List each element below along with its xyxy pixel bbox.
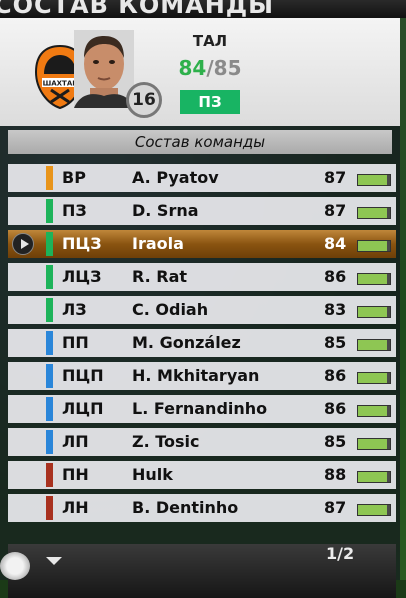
fitness-bar (357, 471, 391, 483)
player-name: Hulk (132, 465, 173, 484)
play-icon (12, 233, 34, 255)
svg-text:ШАХТАР: ШАХТАР (43, 80, 78, 88)
squad-row[interactable]: ЛЦЗ R. Rat 86 (8, 263, 396, 291)
squad-row[interactable]: ЛЗ C. Odiah 83 (8, 296, 396, 324)
player-rating: 86 (324, 366, 347, 385)
squad-row[interactable]: ВР A. Pyatov 87 (8, 164, 396, 192)
fitness-bar-fill (358, 175, 387, 185)
fitness-bar (357, 372, 391, 384)
fitness-bar-fill (358, 340, 387, 350)
squad-row[interactable]: ПЗ D. Srna 87 (8, 197, 396, 225)
position-color-bar (46, 232, 53, 256)
squad-list: ВР A. Pyatov 87 ПЗ D. Srna 87 ПЦЗ Iraola 84 ЛЦЗ R.… (8, 164, 396, 527)
squad-row[interactable]: ПЦП H. Mkhitaryan 86 (8, 362, 396, 390)
screen-title: СОСТАВ КОМАНДЫ (0, 0, 275, 18)
section-header: Состав команды (8, 130, 392, 154)
fitness-bar (357, 306, 391, 318)
position-color-bar (46, 430, 53, 454)
fitness-bar (357, 174, 391, 186)
player-name: H. Mkhitaryan (132, 366, 260, 385)
fitness-bar-fill (358, 439, 387, 449)
fitness-bar (357, 273, 391, 285)
position-color-bar (46, 496, 53, 520)
player-photo (74, 30, 134, 108)
position-color-bar (46, 397, 53, 421)
player-name: A. Pyatov (132, 168, 219, 187)
player-position: ПЦП (62, 366, 104, 385)
player-name: M. González (132, 333, 241, 352)
player-rating: 87 (324, 201, 347, 220)
position-color-bar (46, 298, 53, 322)
squad-panel: ШАХТАР 16 ТАЛ 84/85 ПЗ Состав команды ВР… (0, 18, 400, 598)
player-position: ВР (62, 168, 86, 187)
squad-row[interactable]: ЛЦП L. Fernandinho 86 (8, 395, 396, 423)
fitness-bar (357, 339, 391, 351)
fitness-bar-fill (358, 241, 387, 251)
player-rating: 85 (324, 333, 347, 352)
position-color-bar (46, 166, 53, 190)
player-position: ЛЗ (62, 300, 87, 319)
player-position: ЛП (62, 432, 89, 451)
fitness-bar (357, 240, 391, 252)
fitness-bar-fill (358, 472, 387, 482)
potential-rating: 85 (213, 56, 242, 80)
player-rating: 86 (324, 267, 347, 286)
player-name: L. Fernandinho (132, 399, 268, 418)
player-name: Z. Tosic (132, 432, 200, 451)
player-rating: 85 (324, 432, 347, 451)
player-position: ЛЦЗ (62, 267, 102, 286)
fitness-bar (357, 504, 391, 516)
position-color-bar (46, 331, 53, 355)
fitness-bar-fill (358, 208, 387, 218)
screen-title-bar: СОСТАВ КОМАНДЫ (0, 0, 406, 18)
player-rating: 87 (324, 168, 347, 187)
player-rating: 83 (324, 300, 347, 319)
fitness-bar-fill (358, 505, 387, 515)
fitness-bar-fill (358, 307, 387, 317)
fitness-bar-fill (358, 373, 387, 383)
player-name: R. Rat (132, 267, 188, 286)
position-color-bar (46, 364, 53, 388)
rating-separator: / (206, 56, 214, 80)
player-name: D. Srna (132, 201, 199, 220)
player-position-label: ТАЛ (192, 32, 228, 50)
player-rating: 86 (324, 399, 347, 418)
bottom-bar: 1/2 (8, 544, 396, 598)
player-rating: 84/85 (176, 56, 244, 80)
player-position: ПП (62, 333, 89, 352)
squad-row[interactable]: ПН Hulk 88 (8, 461, 396, 489)
fitness-bar (357, 207, 391, 219)
position-color-bar (46, 199, 53, 223)
ea-logo-icon (0, 552, 30, 580)
player-rating: 84 (324, 234, 347, 253)
fitness-bar-fill (358, 406, 387, 416)
page-indicator: 1/2 (326, 544, 355, 563)
player-position: ПЦЗ (62, 234, 102, 253)
player-name: Iraola (132, 234, 184, 253)
player-card: ШАХТАР 16 ТАЛ 84/85 ПЗ (0, 18, 400, 126)
player-position: ЛН (62, 498, 89, 517)
position-color-bar (46, 463, 53, 487)
preferred-position-badge: ПЗ (180, 90, 240, 114)
player-position: ЛЦП (62, 399, 104, 418)
player-position: ПЗ (62, 201, 87, 220)
fitness-bar (357, 405, 391, 417)
arrow-down-icon[interactable] (46, 557, 62, 565)
player-position: ПН (62, 465, 89, 484)
player-name: C. Odiah (132, 300, 209, 319)
overall-rating: 84 (178, 56, 207, 80)
player-rating: 88 (324, 465, 347, 484)
squad-row[interactable]: ЛП Z. Tosic 85 (8, 428, 396, 456)
squad-row[interactable]: ПП M. González 85 (8, 329, 396, 357)
fitness-bar (357, 438, 391, 450)
player-name: B. Dentinho (132, 498, 239, 517)
position-color-bar (46, 265, 53, 289)
player-rating: 87 (324, 498, 347, 517)
squad-number-badge: 16 (126, 82, 162, 118)
squad-row[interactable]: ПЦЗ Iraola 84 (8, 230, 396, 258)
squad-row[interactable]: ЛН B. Dentinho 87 (8, 494, 396, 522)
fitness-bar-fill (358, 274, 387, 284)
